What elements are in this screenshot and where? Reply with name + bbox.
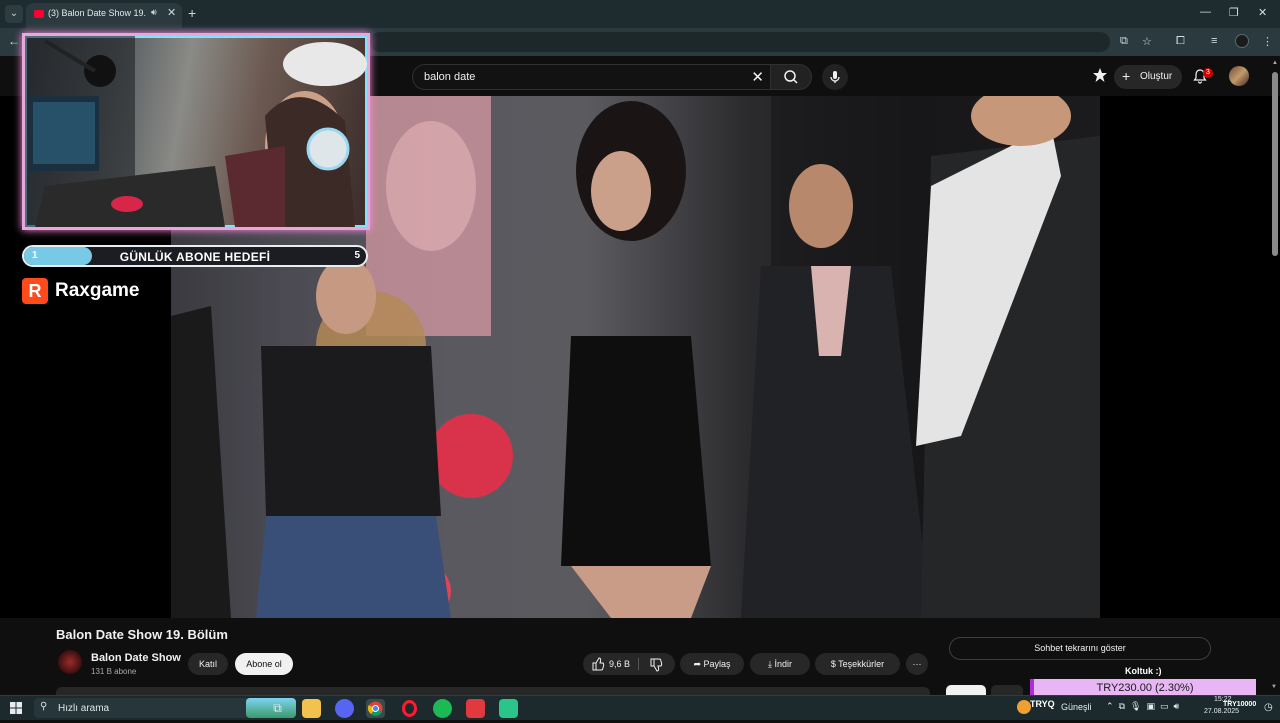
restore-button[interactable]: ❐ (1229, 6, 1239, 19)
browser-menu-icon[interactable]: ⋮ (1262, 35, 1273, 48)
download-button[interactable]: ⤓ İndir (750, 653, 810, 675)
notification-badge: 3 (1203, 68, 1213, 78)
network-icon[interactable]: ▭ (1160, 701, 1169, 711)
address-bar[interactable] (370, 32, 1110, 52)
tray-app-icon[interactable]: ⧉ (1119, 701, 1125, 711)
filter-chip[interactable] (991, 685, 1023, 695)
thanks-label: Teşekkürler (838, 659, 885, 669)
description-box[interactable] (56, 687, 930, 695)
close-window-button[interactable]: ✕ (1258, 6, 1267, 19)
search-button[interactable] (770, 64, 812, 90)
create-button[interactable]: + Oluştur (1114, 65, 1182, 89)
windows-start-icon[interactable] (10, 702, 22, 714)
brand-name: Raxgame (55, 280, 140, 301)
back-arrow-icon[interactable]: ← (8, 34, 20, 48)
speaker-icon[interactable]: 🔊︎ (151, 7, 157, 18)
tab-title: (3) Balon Date Show 19. Bölüm (48, 8, 148, 18)
search-icon: ⚲ (40, 701, 48, 712)
like-separator (638, 658, 639, 670)
download-label: İndir (774, 659, 792, 669)
plus-icon: + (1122, 68, 1131, 84)
microphone-icon (830, 71, 840, 83)
show-chat-replay-button[interactable]: Sohbet tekrarını göster (949, 637, 1211, 660)
taskbar-search[interactable]: ⚲ Hızlı arama (34, 698, 296, 718)
file-explorer-icon[interactable] (302, 699, 321, 718)
channel-subscriber-count: 131 B abone (91, 667, 137, 676)
channel-avatar[interactable] (58, 650, 82, 674)
join-button[interactable]: Katıl (188, 653, 228, 675)
spotify-icon[interactable] (433, 699, 452, 718)
tab-search-chevron-icon[interactable]: ⌄ (5, 5, 23, 23)
app-icon[interactable] (499, 699, 518, 718)
extensions-icon[interactable]: ⧠ (1176, 35, 1185, 48)
chrome-icon[interactable] (366, 699, 385, 718)
discord-icon[interactable] (335, 699, 354, 718)
scroll-up-arrow-icon[interactable]: ▲ (1272, 60, 1278, 66)
goal-title: GÜNLÜK ABONE HEDEFİ (119, 250, 271, 264)
task-view-icon[interactable]: ⧉ (268, 699, 287, 718)
user-avatar[interactable] (1229, 66, 1249, 86)
weather-temperature[interactable]: TRYQ (1030, 699, 1055, 709)
bookmark-star-icon[interactable]: ☆ (1142, 35, 1152, 48)
search-input[interactable]: balon date ✕ (412, 64, 770, 90)
clock-date[interactable]: 27.08.2025 (1204, 708, 1239, 715)
subscriber-goal-bar: 1 GÜNLÜK ABONE HEDEFİ 5 (22, 245, 368, 267)
filter-chip-active[interactable] (946, 685, 986, 695)
goal-target-count: 5 (354, 250, 360, 261)
tray-app-icon[interactable]: ▣ (1146, 701, 1155, 711)
more-actions-button[interactable]: ··· (906, 653, 928, 675)
browser-tab-active[interactable]: (3) Balon Date Show 19. Bölüm 🔊︎ ✕ (26, 3, 182, 28)
streamer-webcam (22, 33, 370, 230)
windows-taskbar: ⚲ Hızlı arama ⧉ TRYQ Güneşli ⌃ ⧉ 🎙︎ ▣ ▭ … (0, 695, 1280, 720)
thanks-button[interactable]: $ Teşekkürler (815, 653, 900, 675)
minimize-button[interactable]: — (1200, 6, 1211, 18)
system-tray[interactable]: ⌃ ⧉ 🎙︎ ▣ ▭ 🔊︎ (1106, 701, 1179, 712)
taskbar-search-placeholder: Hızlı arama (58, 703, 110, 714)
weather-sun-icon[interactable] (1017, 700, 1031, 714)
opera-gx-icon[interactable] (400, 699, 419, 718)
voice-search-button[interactable] (822, 64, 848, 90)
tab-close-icon[interactable]: ✕ (167, 6, 176, 19)
search-query[interactable]: balon date (424, 71, 475, 83)
share-button[interactable]: ➦ Paylaş (680, 653, 744, 675)
share-arrow-icon: ➦ (693, 659, 704, 669)
donation-name: Koltuk :) (1125, 666, 1162, 676)
channel-name[interactable]: Balon Date Show (91, 652, 181, 664)
webcam-image (25, 36, 367, 227)
app-icon[interactable] (466, 699, 485, 718)
install-app-icon[interactable]: ⧉ (1120, 35, 1128, 48)
notification-center-icon[interactable]: ◷ (1264, 702, 1273, 713)
weather-condition[interactable]: Güneşli (1061, 702, 1092, 712)
search-icon (784, 70, 798, 84)
microphone-icon[interactable]: 🎙︎ (1130, 701, 1141, 711)
thumbs-down-icon[interactable] (649, 653, 663, 683)
share-label: Paylaş (703, 659, 731, 669)
browser-tab-bar: ⌄ (3) Balon Date Show 19. Bölüm 🔊︎ ✕ + —… (0, 0, 1280, 28)
create-label: Oluştur (1140, 71, 1173, 82)
gem-icon[interactable] (1092, 67, 1108, 83)
video-title: Balon Date Show 19. Bölüm (56, 627, 228, 642)
new-tab-button[interactable]: + (188, 5, 196, 21)
like-dislike-group: 9,6 B (583, 653, 675, 675)
tray-chevron-icon[interactable]: ⌃ (1106, 701, 1114, 711)
like-count[interactable]: 9,6 B (609, 653, 630, 675)
media-controls-icon[interactable]: ≡ (1211, 35, 1217, 47)
thumbs-up-icon[interactable] (591, 653, 605, 683)
scroll-down-arrow-icon[interactable]: ▼ (1271, 684, 1277, 690)
page-scrollbar[interactable] (1272, 72, 1278, 256)
clock-overlay-text: TRY10000 (1223, 701, 1257, 708)
youtube-favicon-icon (34, 10, 44, 18)
brand-logo-icon: R (22, 278, 48, 304)
volume-icon[interactable]: 🔊︎ (1174, 701, 1180, 711)
browser-profile-avatar[interactable] (1235, 34, 1249, 48)
clear-search-icon[interactable]: ✕ (751, 68, 764, 86)
subscribe-button[interactable]: Abone ol (235, 653, 293, 675)
